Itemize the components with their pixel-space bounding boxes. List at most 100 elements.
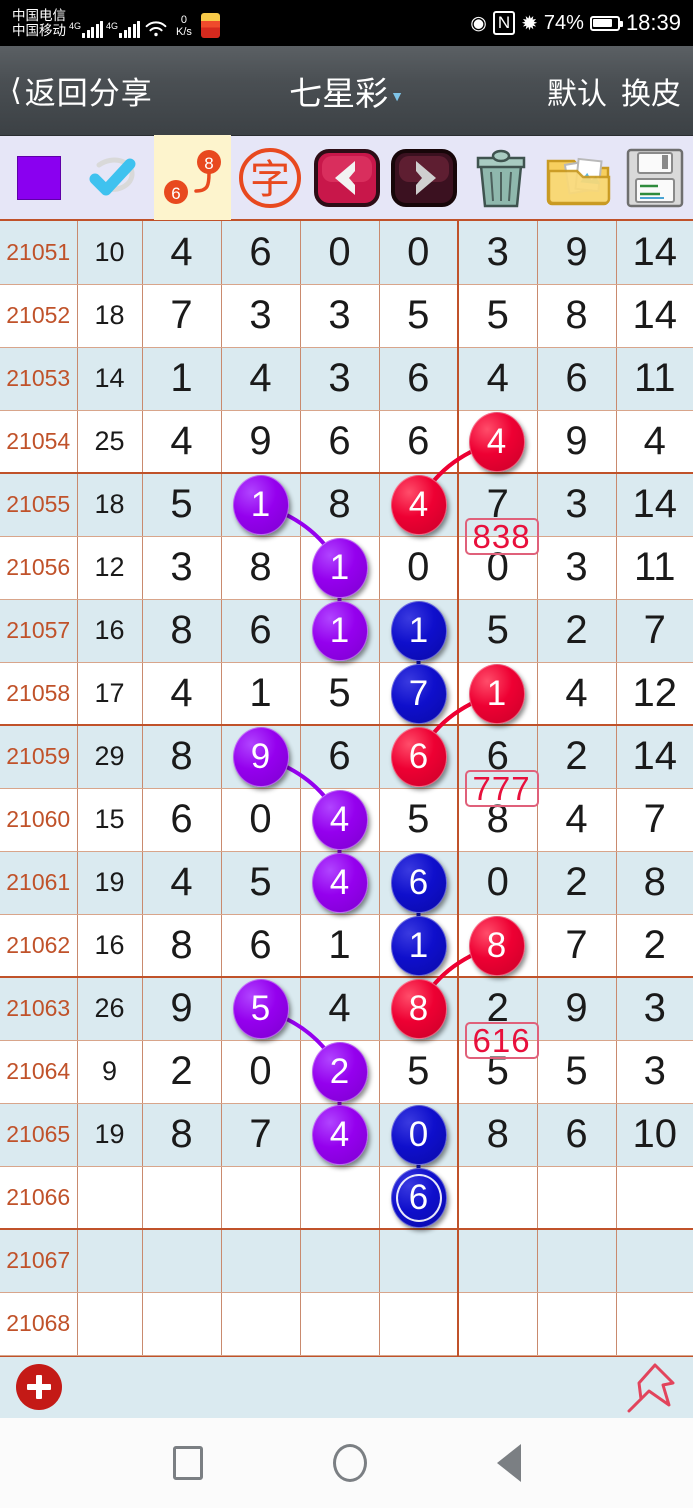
table-row[interactable]: 21060 15 6 0 4 5 8 4 7	[0, 788, 693, 852]
digit-cell[interactable]: 5	[379, 1040, 459, 1104]
digit-cell[interactable]: 5	[300, 662, 380, 726]
table-row[interactable]: 21056 12 3 8 1 0 0 3 11	[0, 536, 693, 600]
digit-cell[interactable]: 6	[379, 725, 459, 789]
digit-cell[interactable]: 4	[300, 851, 380, 915]
digit-cell[interactable]: 6	[537, 347, 617, 411]
digit-cell[interactable]: 3	[457, 221, 538, 285]
table-row[interactable]: 21062 16 8 6 1 1 8 7 2	[0, 914, 693, 978]
digit-cell[interactable]: 4	[300, 788, 380, 852]
table-row[interactable]: 21053 14 1 4 3 6 4 6 11	[0, 347, 693, 411]
digit-cell[interactable]: 1	[379, 914, 459, 978]
digit-cell[interactable]: 1	[457, 662, 538, 726]
digit-cell[interactable]: 9	[537, 977, 617, 1041]
digit-cell[interactable]: 6	[379, 1166, 459, 1230]
next-arrow-button[interactable]	[385, 135, 462, 220]
recents-button[interactable]	[172, 1445, 203, 1480]
default-skin-button[interactable]: 默认	[547, 69, 607, 113]
digit-cell[interactable]: 4	[537, 662, 617, 726]
table-row[interactable]: 21066 6	[0, 1166, 693, 1230]
digit-cell[interactable]	[300, 1229, 380, 1293]
digit-cell[interactable]: 2	[537, 599, 617, 663]
digit-cell[interactable]: 3	[616, 977, 693, 1041]
floppy-save-button[interactable]	[616, 135, 693, 220]
pin-marker-button[interactable]	[625, 1361, 677, 1413]
digit-cell[interactable]: 7	[379, 662, 459, 726]
digit-cell[interactable]: 0	[457, 851, 538, 915]
digit-cell[interactable]: 9	[221, 725, 301, 789]
digit-cell[interactable]: 9	[142, 977, 222, 1041]
table-row[interactable]: 21067	[0, 1229, 693, 1293]
digit-cell[interactable]	[142, 1229, 222, 1293]
digit-cell[interactable]: 1	[300, 914, 380, 978]
digit-cell[interactable]: 10	[616, 1103, 693, 1167]
connect-numbers-button[interactable]: 8 6	[154, 135, 231, 220]
digit-cell[interactable]	[537, 1292, 617, 1356]
digit-cell[interactable]	[616, 1292, 693, 1356]
digit-cell[interactable]: 6	[300, 410, 380, 474]
table-row[interactable]: 21051 10 4 6 0 0 3 9 14	[0, 221, 693, 285]
digit-cell[interactable]: 3	[300, 284, 380, 348]
digit-cell[interactable]: 4	[300, 1103, 380, 1167]
digit-cell[interactable]: 8	[300, 473, 380, 537]
table-row[interactable]: 21065 19 8 7 4 0 8 6 10	[0, 1103, 693, 1167]
digit-cell[interactable]: 1	[379, 599, 459, 663]
digit-cell[interactable]: 0	[379, 1103, 459, 1167]
digit-cell[interactable]	[457, 1292, 538, 1356]
digit-cell[interactable]: 2	[537, 725, 617, 789]
digit-cell[interactable]: 8	[457, 1103, 538, 1167]
digit-cell[interactable]: 5	[379, 284, 459, 348]
digit-cell[interactable]: 0	[300, 221, 380, 285]
digit-cell[interactable]	[142, 1292, 222, 1356]
digit-cell[interactable]: 6	[457, 725, 538, 789]
digit-cell[interactable]: 4	[300, 977, 380, 1041]
digit-cell[interactable]: 5	[457, 599, 538, 663]
digit-cell[interactable]	[537, 1166, 617, 1230]
digit-cell[interactable]: 4	[537, 788, 617, 852]
digit-cell[interactable]: 5	[221, 977, 301, 1041]
digit-cell[interactable]	[142, 1166, 222, 1230]
digit-cell[interactable]: 4	[616, 410, 693, 474]
digit-cell[interactable]: 9	[221, 410, 301, 474]
digit-cell[interactable]: 4	[221, 347, 301, 411]
back-share-button[interactable]: ⟨ 返回分享	[10, 68, 153, 113]
digit-cell[interactable]	[221, 1229, 301, 1293]
home-button[interactable]	[332, 1443, 367, 1482]
digit-cell[interactable]: 8	[616, 851, 693, 915]
digit-cell[interactable]: 2	[616, 914, 693, 978]
digit-cell[interactable]: 0	[457, 536, 538, 600]
digit-cell[interactable]: 9	[537, 221, 617, 285]
digit-cell[interactable]: 6	[300, 725, 380, 789]
chinese-character-button[interactable]: 字	[231, 135, 308, 220]
table-row[interactable]: 21063 26 9 5 4 8 2 9 3	[0, 977, 693, 1041]
digit-cell[interactable]: 7	[221, 1103, 301, 1167]
digit-cell[interactable]: 0	[221, 788, 301, 852]
table-row[interactable]: 21068	[0, 1292, 693, 1356]
digit-cell[interactable]: 8	[537, 284, 617, 348]
digit-cell[interactable]: 7	[457, 473, 538, 537]
table-row[interactable]: 21052 18 7 3 3 5 5 8 14	[0, 284, 693, 348]
digit-cell[interactable]	[379, 1229, 459, 1293]
table-row[interactable]: 21054 25 4 9 6 6 4 9 4	[0, 410, 693, 474]
digit-cell[interactable]	[616, 1229, 693, 1293]
digit-cell[interactable]: 1	[300, 536, 380, 600]
digit-cell[interactable]: 8	[457, 914, 538, 978]
digit-cell[interactable]: 3	[221, 284, 301, 348]
digit-cell[interactable]: 6	[221, 221, 301, 285]
digit-cell[interactable]: 6	[221, 914, 301, 978]
digit-cell[interactable]: 0	[221, 1040, 301, 1104]
digit-cell[interactable]: 11	[616, 536, 693, 600]
table-row[interactable]: 21057 16 8 6 1 1 5 2 7	[0, 599, 693, 663]
table-row[interactable]: 21061 19 4 5 4 6 0 2 8	[0, 851, 693, 915]
digit-cell[interactable]	[300, 1166, 380, 1230]
table-row[interactable]: 21059 29 8 9 6 6 6 2 14	[0, 725, 693, 789]
folder-photos-button[interactable]	[539, 135, 616, 220]
digit-cell[interactable]: 4	[142, 851, 222, 915]
digit-cell[interactable]: 6	[142, 788, 222, 852]
digit-cell[interactable]: 2	[457, 977, 538, 1041]
digit-cell[interactable]: 6	[379, 410, 459, 474]
color-swatch-button[interactable]	[0, 135, 77, 220]
digit-cell[interactable]: 3	[300, 347, 380, 411]
digit-cell[interactable]: 7	[142, 284, 222, 348]
digit-cell[interactable]: 11	[616, 347, 693, 411]
digit-cell[interactable]: 4	[142, 662, 222, 726]
